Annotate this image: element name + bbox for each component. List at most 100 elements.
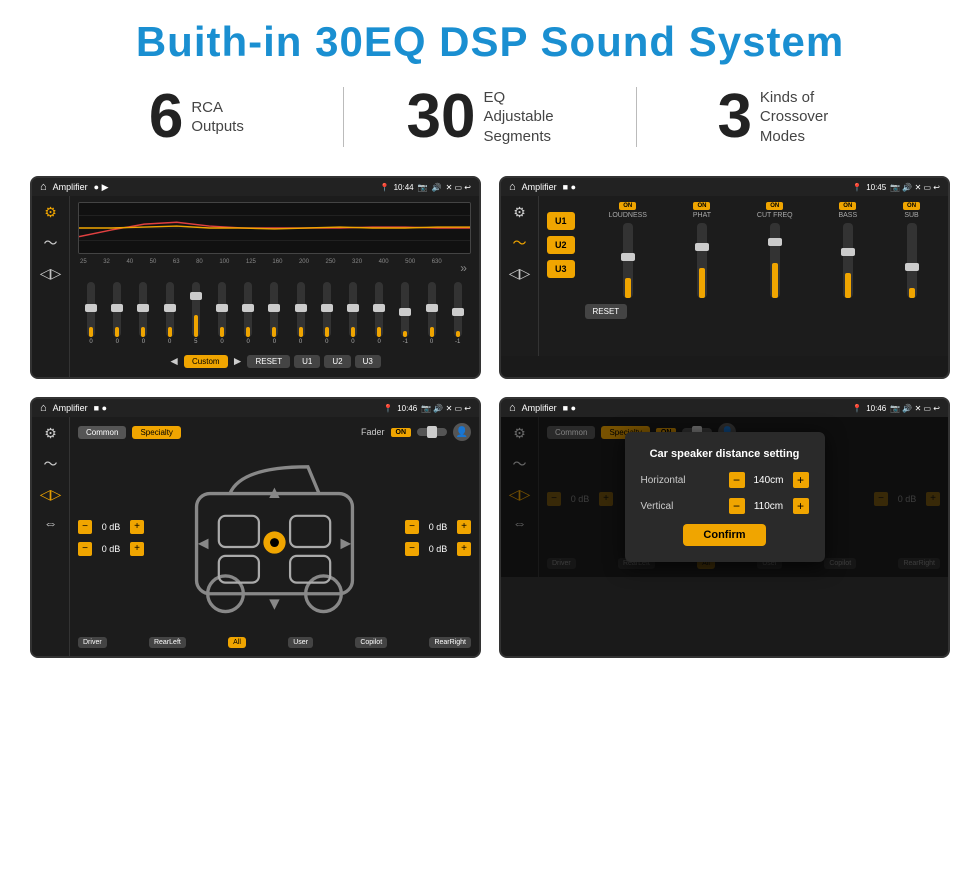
horizontal-plus[interactable]: +: [793, 472, 809, 488]
eq-slider-10[interactable]: 0: [323, 282, 331, 345]
eq-slider-11[interactable]: 0: [349, 282, 357, 345]
eq-slider-15[interactable]: -1: [454, 282, 462, 345]
db-plus-2[interactable]: +: [130, 542, 144, 556]
reset-btn-1[interactable]: RESET: [247, 355, 290, 368]
car-diagram[interactable]: ▲ ▼ ◄ ►: [148, 445, 401, 631]
vertical-minus[interactable]: −: [729, 498, 745, 514]
wave-icon[interactable]: 〜: [44, 233, 58, 253]
rearright-btn[interactable]: RearRight: [429, 637, 471, 648]
vertical-plus[interactable]: +: [793, 498, 809, 514]
svg-text:►: ►: [337, 533, 355, 553]
u3-btn-1[interactable]: U3: [355, 355, 381, 368]
copilot-btn[interactable]: Copilot: [355, 637, 387, 648]
right-db-controls: − 0 dB + − 0 dB +: [405, 520, 471, 556]
eq-bottom-controls: ◄ Custom ► RESET U1 U2 U3: [78, 351, 471, 371]
db-plus-1[interactable]: +: [130, 520, 144, 534]
eq-slider-12[interactable]: 0: [375, 282, 383, 345]
stat-divider-1: [343, 87, 344, 147]
screen2-sidebar: ⚙ 〜 ◁▷: [501, 196, 539, 356]
stat-number-rca: 6: [149, 86, 183, 148]
all-btn[interactable]: All: [228, 637, 246, 648]
stats-row: 6 RCAOutputs 30 EQ AdjustableSegments 3 …: [0, 76, 980, 166]
eq-slider-2[interactable]: 0: [113, 282, 121, 345]
status-bar-2: ⌂ Amplifier ■ ● 📍 10:45 📷 🔊 ✕ ▭ ↩: [501, 178, 948, 196]
screen3-icons: 📷 🔊 ✕ ▭ ↩: [421, 404, 471, 413]
user-btn[interactable]: User: [288, 637, 313, 648]
horizontal-minus[interactable]: −: [729, 472, 745, 488]
eq-slider-5[interactable]: 5: [192, 282, 200, 345]
next-btn[interactable]: ►: [232, 354, 244, 368]
u3-btn[interactable]: U3: [547, 260, 575, 278]
crossover-main: U1 U2 U3 ON LOUDNESS: [539, 196, 948, 356]
stat-text-crossover: Kinds ofCrossover Modes: [760, 88, 850, 147]
speaker-icon[interactable]: ◁▷: [40, 265, 62, 282]
fader-on-badge: ON: [391, 428, 412, 437]
screen2-body: ⚙ 〜 ◁▷ U1 U2 U3: [501, 196, 948, 356]
speaker-icon-3[interactable]: ◁▷: [40, 486, 62, 503]
eq-icon-2[interactable]: ⚙: [513, 204, 526, 221]
prev-btn[interactable]: ◄: [168, 354, 180, 368]
home-icon-4[interactable]: ⌂: [509, 402, 516, 414]
screen4-time: 10:46: [866, 404, 886, 413]
screen3-title: Amplifier: [53, 403, 88, 413]
screen-fader: ⌂ Amplifier ■ ● 📍 10:46 📷 🔊 ✕ ▭ ↩ ⚙ 〜 ◁▷…: [30, 397, 481, 658]
stat-text-rca: RCAOutputs: [191, 98, 244, 137]
eq-slider-13[interactable]: -1: [401, 282, 409, 345]
screen4-body: ⚙ 〜 ◁▷ ⇔ Common Specialty ON 👤: [501, 417, 948, 577]
eq-icon[interactable]: ⚙: [44, 204, 57, 221]
db-minus-4[interactable]: −: [405, 542, 419, 556]
rearleft-btn[interactable]: RearLeft: [149, 637, 186, 648]
db-minus-2[interactable]: −: [78, 542, 92, 556]
u2-btn[interactable]: U2: [547, 236, 575, 254]
sub-group: ON SUB: [903, 202, 920, 300]
eq-icon-3[interactable]: ⚙: [44, 425, 57, 442]
screen2-icons: 📷 🔊 ✕ ▭ ↩: [890, 183, 940, 192]
wave-icon-2[interactable]: 〜: [513, 233, 527, 253]
specialty-btn[interactable]: Specialty: [132, 426, 180, 439]
db-value-3: 0 dB: [423, 522, 453, 532]
driver-btn[interactable]: Driver: [78, 637, 107, 648]
db-plus-3[interactable]: +: [457, 520, 471, 534]
screen-eq: ⌂ Amplifier ● ▶ 📍 10:44 📷 🔊 ✕ ▭ ↩ ⚙ 〜 ◁▷: [30, 176, 481, 379]
eq-slider-1[interactable]: 0: [87, 282, 95, 345]
common-btn[interactable]: Common: [78, 426, 126, 439]
home-icon-3[interactable]: ⌂: [40, 402, 47, 414]
custom-btn[interactable]: Custom: [184, 355, 228, 368]
u1-btn[interactable]: U1: [547, 212, 575, 230]
location-icon-4: 📍: [852, 404, 862, 413]
stat-eq: 30 EQ AdjustableSegments: [354, 86, 627, 148]
eq-slider-6[interactable]: 0: [218, 282, 226, 345]
home-icon[interactable]: ⌂: [40, 181, 47, 193]
wave-icon-3[interactable]: 〜: [44, 454, 58, 474]
dialog-field-vertical: Vertical − 110cm +: [641, 498, 809, 514]
home-icon-2[interactable]: ⌂: [509, 181, 516, 193]
confirm-button[interactable]: Confirm: [683, 524, 765, 546]
speaker-icon-2[interactable]: ◁▷: [509, 265, 531, 282]
stat-crossover: 3 Kinds ofCrossover Modes: [647, 86, 920, 148]
u1-btn-1[interactable]: U1: [294, 355, 320, 368]
screen1-sidebar: ⚙ 〜 ◁▷: [32, 196, 70, 377]
eq-slider-8[interactable]: 0: [270, 282, 278, 345]
eq-slider-9[interactable]: 0: [297, 282, 305, 345]
profile-icon[interactable]: 👤: [453, 423, 471, 441]
svg-text:▲: ▲: [266, 482, 284, 502]
svg-text:◄: ◄: [194, 533, 212, 553]
eq-slider-3[interactable]: 0: [139, 282, 147, 345]
db-minus-3[interactable]: −: [405, 520, 419, 534]
play-indicator: ● ▶: [94, 182, 109, 193]
stat-number-eq: 30: [407, 86, 476, 148]
arrow-icon-3[interactable]: ⇔: [44, 515, 58, 531]
db-minus-1[interactable]: −: [78, 520, 92, 534]
db-value-2: 0 dB: [96, 544, 126, 554]
vertical-label: Vertical: [641, 501, 674, 512]
stat-number-crossover: 3: [717, 86, 751, 148]
fader-slider[interactable]: [417, 428, 447, 436]
reset-btn-2[interactable]: RESET: [585, 304, 628, 319]
db-plus-4[interactable]: +: [457, 542, 471, 556]
eq-slider-4[interactable]: 0: [166, 282, 174, 345]
u2-btn-1[interactable]: U2: [324, 355, 350, 368]
horizontal-controls: − 140cm +: [729, 472, 809, 488]
eq-slider-7[interactable]: 0: [244, 282, 252, 345]
eq-slider-14[interactable]: 0: [428, 282, 436, 345]
screen3-indicator: ■ ●: [94, 403, 107, 413]
